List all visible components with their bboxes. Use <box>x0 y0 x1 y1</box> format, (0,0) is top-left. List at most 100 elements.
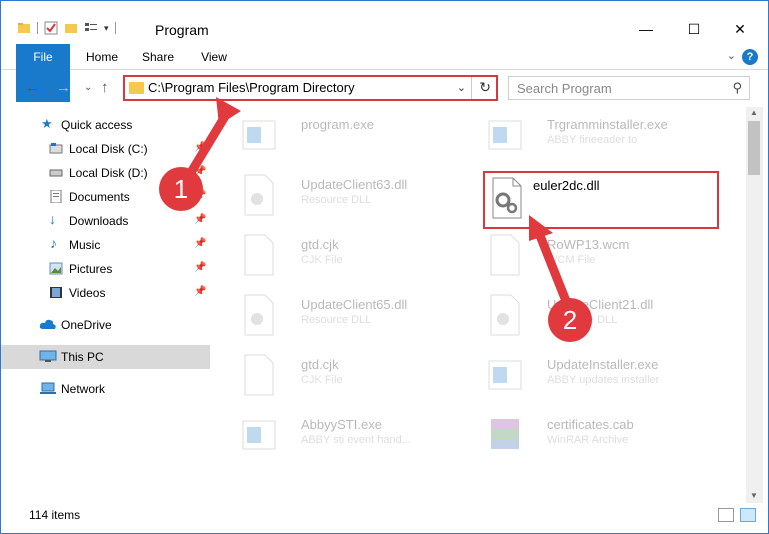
pictures-icon <box>49 262 63 275</box>
navigation-bar: ← → ⌄ ↑ C:\Program Files\Program Directo… <box>1 71 768 105</box>
tab-view[interactable]: View <box>194 44 234 70</box>
file-item[interactable]: RoWP13.wcm WCM File <box>481 229 721 287</box>
file-item[interactable]: UpdateClient63.dll Resource DLL <box>235 169 475 227</box>
file-description: ABBY sti event hand... <box>301 434 411 446</box>
address-dropdown-icon[interactable]: ⌄ <box>457 81 466 94</box>
videos-icon <box>50 287 62 298</box>
toolbar-divider <box>114 22 116 34</box>
scroll-up-icon[interactable]: ▲ <box>750 108 758 117</box>
star-icon: ★ <box>41 116 53 131</box>
maximize-button[interactable]: ☐ <box>671 15 717 43</box>
file-item[interactable]: gtd.cjk CJK File <box>235 349 475 407</box>
properties-icon[interactable] <box>44 21 58 35</box>
sidebar-item-label: Videos <box>69 286 106 300</box>
archive-file-icon <box>491 419 519 449</box>
pin-icon[interactable]: 📌 <box>194 214 206 225</box>
file-name: Trgramminstaller.exe <box>547 117 668 132</box>
scrollbar-thumb[interactable] <box>748 121 760 175</box>
sidebar-item-music[interactable]: ♪ Music 📌 <box>1 233 210 257</box>
exe-file-icon <box>242 420 276 450</box>
close-button[interactable]: ✕ <box>717 15 763 43</box>
file-item[interactable]: AbbyySTI.exe ABBY sti event hand... <box>235 409 475 467</box>
pin-icon[interactable]: 📌 <box>194 142 206 153</box>
file-item[interactable]: UpdateClient21.dll Resource DLL <box>481 289 721 347</box>
dll-file-icon <box>244 174 274 216</box>
pin-icon[interactable]: 📌 <box>194 262 206 273</box>
sidebar-item-label: OneDrive <box>61 318 112 332</box>
sidebar-item-pictures[interactable]: Pictures 📌 <box>1 257 210 281</box>
explorer-window: ▾ Program — ☐ ✕ File Home Share View ⌄ ?… <box>0 0 769 534</box>
sidebar-item-label: Music <box>69 238 101 252</box>
up-arrow-icon[interactable]: ↑ <box>101 79 109 96</box>
sidebar-item-label: Pictures <box>69 262 113 276</box>
title-bar: ▾ Program — ☐ ✕ <box>1 1 768 43</box>
dll-file-icon <box>490 294 520 336</box>
file-description: Resource DLL <box>301 314 372 326</box>
file-item[interactable]: program.exe <box>235 109 475 167</box>
back-arrow-icon[interactable]: ← <box>25 79 40 96</box>
new-folder-icon[interactable] <box>64 21 78 35</box>
quick-access-toolbar: ▾ <box>17 21 116 35</box>
address-path[interactable]: C:\Program Files\Program Directory <box>148 80 355 95</box>
computer-icon <box>39 350 57 362</box>
file-item-euler2dc[interactable]: euler2dc.dll <box>483 171 719 229</box>
sidebar-item-onedrive[interactable]: OneDrive <box>1 313 210 337</box>
sidebar-item-downloads[interactable]: ↓ Downloads 📌 <box>1 209 210 233</box>
file-name: UpdateClient65.dll <box>301 297 408 312</box>
sidebar-item-network[interactable]: Network <box>1 377 210 401</box>
file-name: gtd.cjk <box>301 237 339 252</box>
address-divider <box>471 77 472 99</box>
sidebar-item-label: Quick access <box>61 118 133 132</box>
search-box[interactable]: Search Program ⚲ <box>508 76 750 100</box>
file-item[interactable]: certificates.cab WinRAR Archive <box>481 409 721 467</box>
recent-locations-icon[interactable]: ⌄ <box>84 82 92 93</box>
file-item[interactable]: Trgramminstaller.exe ABBY fineeader to <box>481 109 721 167</box>
toolbar-dropdown-icon[interactable]: ▾ <box>104 23 109 34</box>
file-name: AbbyySTI.exe <box>301 417 382 432</box>
vertical-scrollbar[interactable]: ▲ ▼ <box>746 107 763 503</box>
customize-icon[interactable] <box>84 21 98 35</box>
sidebar-item-label: Local Disk (C:) <box>69 142 148 156</box>
file-name: UpdateInstaller.exe <box>547 357 659 372</box>
sidebar-item-local-disk-c[interactable]: Local Disk (C:) 📌 <box>1 137 210 161</box>
file-item[interactable]: gtd.cjk CJK File <box>235 229 475 287</box>
address-bar[interactable]: C:\Program Files\Program Directory ⌄ ↻ <box>123 75 498 101</box>
details-view-icon[interactable] <box>718 508 734 522</box>
step-1-badge: 1 <box>159 167 203 211</box>
sidebar-item-this-pc[interactable]: This PC <box>1 345 210 369</box>
network-icon <box>40 382 56 394</box>
file-description: ABBY fineeader to <box>547 134 638 146</box>
file-name: UpdateClient63.dll <box>301 177 408 192</box>
sidebar-item-quick-access[interactable]: ★ Quick access <box>1 113 210 137</box>
folder-icon <box>129 82 144 94</box>
status-bar: 114 items <box>1 504 768 533</box>
file-item[interactable]: UpdateClient65.dll Resource DLL <box>235 289 475 347</box>
refresh-icon[interactable]: ↻ <box>479 79 491 96</box>
forward-arrow-icon[interactable]: → <box>56 79 71 96</box>
help-icon[interactable]: ? <box>742 49 758 65</box>
expand-ribbon-icon[interactable]: ⌄ <box>727 49 736 62</box>
exe-file-icon <box>242 120 276 150</box>
search-icon[interactable]: ⚲ <box>732 80 742 96</box>
folder-icon[interactable] <box>17 21 31 35</box>
large-icons-view-icon[interactable] <box>740 508 756 522</box>
sidebar-item-label: Network <box>61 382 106 396</box>
pin-icon[interactable]: 📌 <box>194 286 206 297</box>
music-icon: ♪ <box>50 235 57 251</box>
sidebar-item-videos[interactable]: Videos 📌 <box>1 281 210 305</box>
file-list: program.exe Trgramminstaller.exe ABBY fi… <box>217 107 745 503</box>
file-name: program.exe <box>301 117 374 132</box>
search-input[interactable]: Search Program <box>517 81 612 96</box>
file-name: euler2dc.dll <box>533 178 600 193</box>
file-item[interactable]: UpdateInstaller.exe ABBY updates install… <box>481 349 721 407</box>
file-description: ABBY updates installer <box>547 374 660 386</box>
tab-home[interactable]: Home <box>80 44 124 70</box>
file-name: RoWP13.wcm <box>547 237 630 252</box>
dll-file-icon <box>244 294 274 336</box>
pin-icon[interactable]: 📌 <box>194 238 206 249</box>
scroll-down-icon[interactable]: ▼ <box>750 491 758 500</box>
minimize-button[interactable]: — <box>623 15 669 43</box>
sidebar-item-label: This PC <box>61 350 104 364</box>
sidebar-item-label: Documents <box>69 190 130 204</box>
tab-share[interactable]: Share <box>136 44 180 70</box>
